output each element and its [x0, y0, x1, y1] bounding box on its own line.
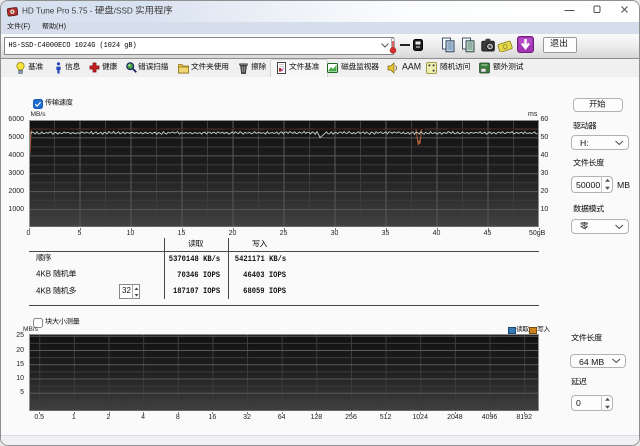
svg-text:(H): (H): [56, 21, 66, 30]
svg-text:(F): (F): [21, 21, 30, 30]
svg-text:AAM: AAM: [402, 61, 421, 71]
svg-text:HD Tune Pro 5.75 -: HD Tune Pro 5.75 -: [22, 6, 95, 15]
svg-text:4KB: 4KB: [36, 269, 53, 278]
svg-text:4KB: 4KB: [36, 286, 53, 295]
svg-text:/SSD: /SSD: [114, 6, 135, 15]
